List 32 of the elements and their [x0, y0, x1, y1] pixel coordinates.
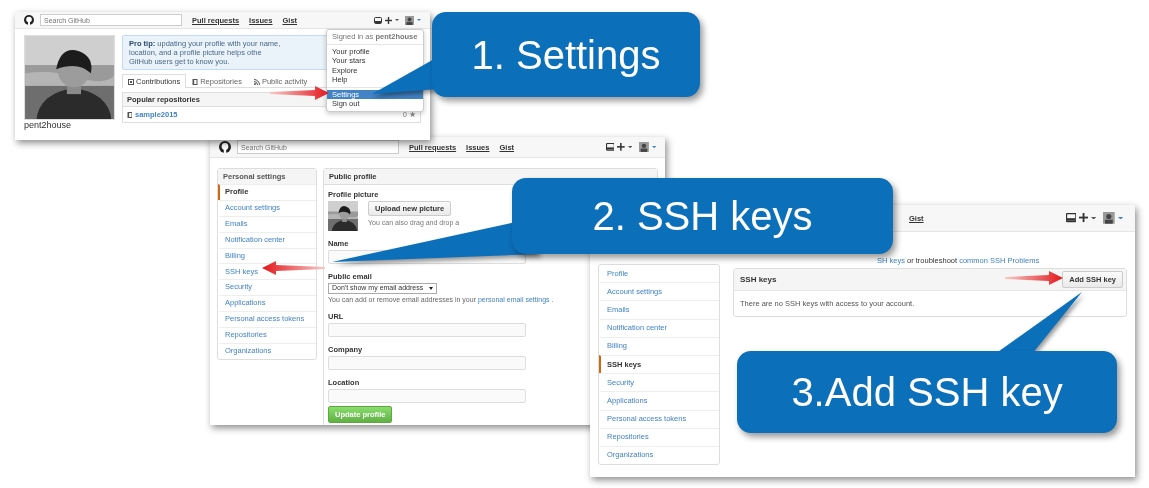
book-icon	[192, 78, 199, 85]
plus-icon[interactable]	[617, 143, 626, 151]
text-field[interactable]	[328, 356, 526, 371]
caret-icon	[429, 287, 434, 290]
caret-icon[interactable]	[1091, 216, 1097, 220]
caret-icon[interactable]	[628, 145, 633, 149]
pointer-arrow	[270, 86, 329, 100]
text-field[interactable]	[328, 389, 526, 404]
square-icon	[128, 78, 134, 85]
callout: 2. SSH keys	[512, 178, 893, 254]
inbox-icon[interactable]	[374, 16, 382, 24]
avatar-icon[interactable]	[638, 142, 649, 152]
callout: 1. Settings	[432, 12, 700, 97]
caret-icon[interactable]	[395, 19, 399, 21]
logo-icon[interactable]	[219, 141, 231, 153]
caret-icon[interactable]	[417, 19, 421, 21]
pointer-arrow	[1005, 271, 1063, 285]
inbox-icon[interactable]	[605, 143, 615, 151]
plus-icon[interactable]	[1078, 213, 1089, 223]
inbox-icon[interactable]	[1065, 213, 1076, 223]
caret-icon[interactable]	[1117, 216, 1123, 220]
username: pent2house	[24, 121, 73, 130]
pointer-arrow	[262, 261, 325, 275]
plus-icon[interactable]	[385, 16, 392, 24]
avatar-icon[interactable]	[405, 15, 414, 25]
logo-icon[interactable]	[24, 15, 34, 25]
caret-icon[interactable]	[651, 145, 656, 149]
panel-title: SSH keys	[740, 274, 777, 285]
book-icon	[127, 111, 132, 118]
text-field[interactable]	[328, 323, 526, 338]
avatar-icon[interactable]	[1103, 212, 1115, 224]
feed-icon	[253, 78, 260, 85]
